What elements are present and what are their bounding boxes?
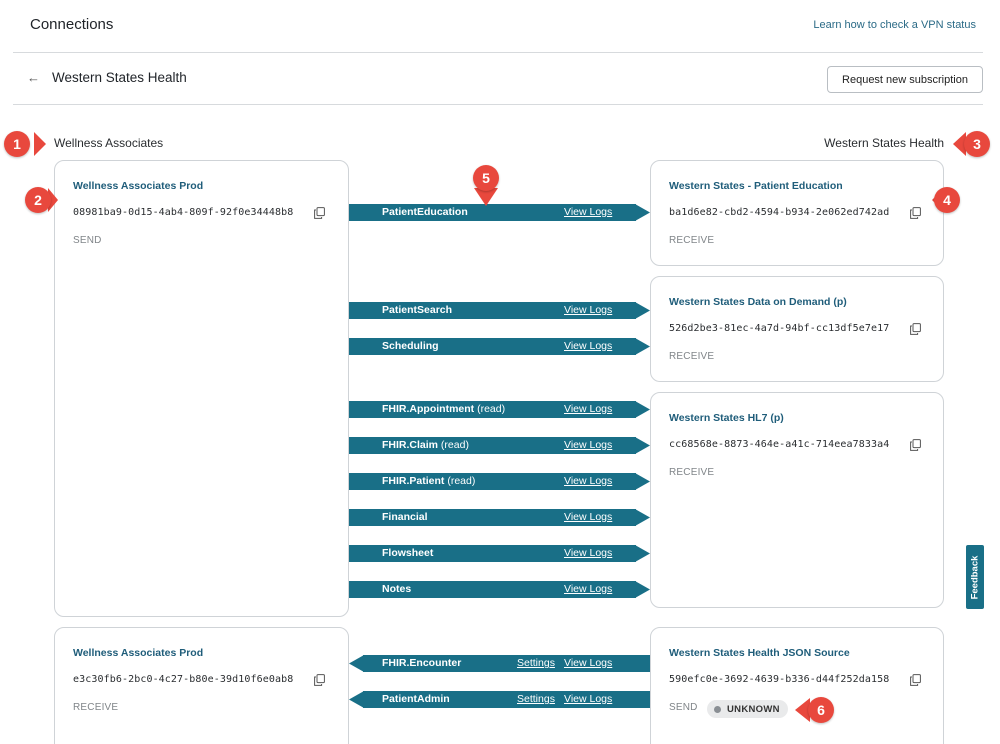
callout-badge: 2 xyxy=(25,187,51,213)
callout-badge: 1 xyxy=(4,131,30,157)
feedback-label: Feedback xyxy=(969,555,981,599)
callout-badge: 5 xyxy=(473,165,499,191)
callout-badge: 4 xyxy=(934,187,960,213)
callout-pointers xyxy=(34,132,966,722)
feedback-tab[interactable]: Feedback xyxy=(966,545,984,609)
callout-badge: 3 xyxy=(964,131,990,157)
callout-badge: 6 xyxy=(808,697,834,723)
